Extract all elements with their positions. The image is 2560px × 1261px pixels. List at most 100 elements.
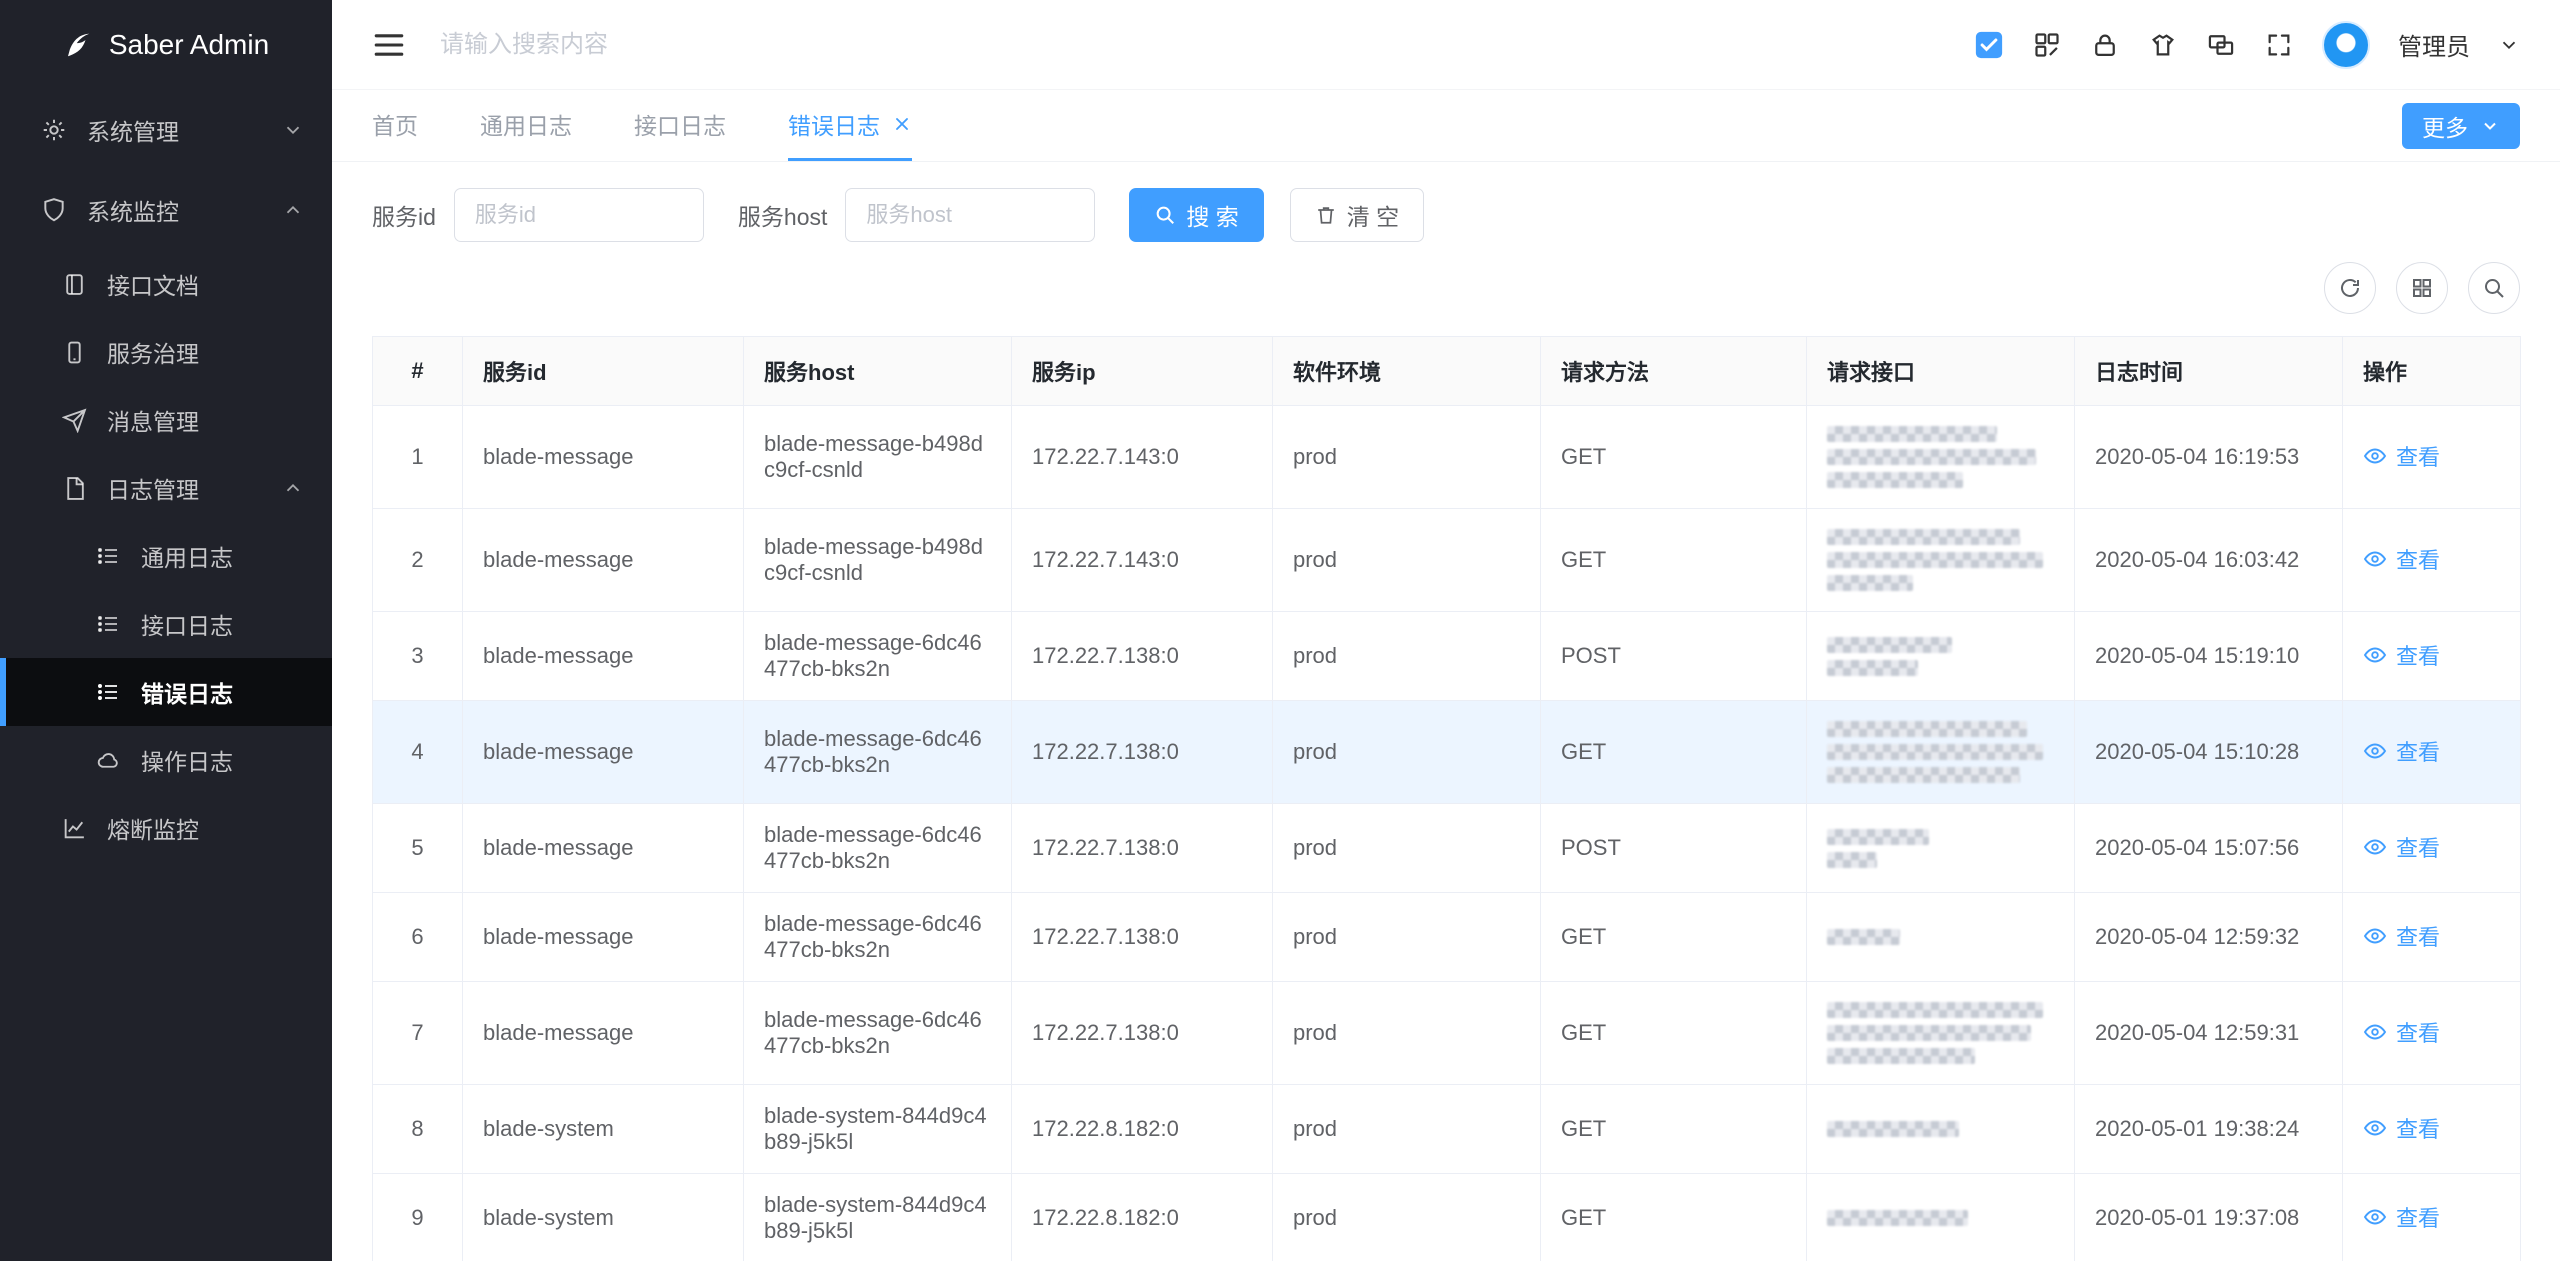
table-row[interactable]: 7 blade-message blade-message-6dc46477cb… [373,982,2521,1085]
topbar: 管理员 [332,0,2560,90]
cell-service-id: blade-message [463,406,744,509]
close-icon[interactable] [892,114,912,134]
clear-button[interactable]: 清 空 [1290,188,1424,242]
sidebar-item-label: 系统监控 [87,193,282,227]
table-row[interactable]: 3 blade-message blade-message-6dc46477cb… [373,612,2521,701]
redacted-api-content [1827,719,2054,785]
send-icon [59,405,89,435]
sidebar-item-system-manage[interactable]: 系统管理 [0,90,332,170]
cell-env: prod [1273,804,1541,893]
cell-api [1807,612,2075,701]
app-title: Saber Admin [109,29,269,61]
sidebar-item-label: 接口文档 [107,267,304,301]
sidebar-item-operation-log[interactable]: 操作日志 [0,726,332,794]
sidebar-item-system-monitor[interactable]: 系统监控 [0,170,332,250]
view-button[interactable]: 查看 [2363,543,2440,575]
tab-home[interactable]: 首页 [372,90,418,161]
cell-api [1807,701,2075,804]
multi-screen-icon[interactable] [2206,30,2236,60]
cell-env: prod [1273,701,1541,804]
view-button[interactable]: 查看 [2363,831,2440,863]
view-button[interactable]: 查看 [2363,1201,2440,1233]
cloud-icon [93,745,123,775]
sidebar-item-message-manage[interactable]: 消息管理 [0,386,332,454]
chevron-up-icon [282,477,304,499]
lock-icon[interactable] [2090,30,2120,60]
cell-service-id: blade-message [463,509,744,612]
global-search-input[interactable] [440,31,1000,59]
sidebar-item-label: 错误日志 [141,675,304,709]
search-button[interactable]: 搜 索 [1129,188,1263,242]
service-id-label: 服务id [372,198,436,232]
cell-time: 2020-05-04 15:19:10 [2075,612,2343,701]
view-button[interactable]: 查看 [2363,440,2440,472]
cell-operation: 查看 [2343,1085,2521,1174]
redacted-api-content [1827,635,2054,678]
service-id-input[interactable] [454,188,704,242]
tab-error-log[interactable]: 错误日志 [788,90,912,161]
hamburger-menu-icon[interactable] [372,28,406,62]
cell-env: prod [1273,612,1541,701]
table-row[interactable]: 9 blade-system blade-system-844d9c4b89-j… [373,1174,2521,1261]
cell-service-host: blade-message-6dc46477cb-bks2n [744,612,1012,701]
theme-shirt-icon[interactable] [2148,30,2178,60]
topbar-actions: 管理员 [1974,21,2520,69]
todo-check-icon[interactable] [1974,30,2004,60]
col-index: # [373,337,463,406]
cell-method: GET [1541,1174,1807,1261]
search-toggle-button[interactable] [2468,262,2520,314]
table-row[interactable]: 8 blade-system blade-system-844d9c4b89-j… [373,1085,2521,1174]
table-row[interactable]: 2 blade-message blade-message-b498dc9cf-… [373,509,2521,612]
sidebar-item-api-log[interactable]: 接口日志 [0,590,332,658]
view-button[interactable]: 查看 [2363,735,2440,767]
view-button[interactable]: 查看 [2363,1016,2440,1048]
sidebar-item-label: 接口日志 [141,607,304,641]
more-button-label: 更多 [2422,109,2468,143]
username-label[interactable]: 管理员 [2398,27,2470,62]
refresh-button[interactable] [2324,262,2376,314]
table-row[interactable]: 1 blade-message blade-message-b498dc9cf-… [373,406,2521,509]
chevron-down-icon[interactable] [2498,34,2520,56]
sidebar-item-error-log[interactable]: 错误日志 [0,658,332,726]
redacted-api-content [1827,827,2054,870]
fullscreen-icon[interactable] [2264,30,2294,60]
cell-time: 2020-05-04 16:19:53 [2075,406,2343,509]
cell-time: 2020-05-01 19:38:24 [2075,1085,2343,1174]
col-env: 软件环境 [1273,337,1541,406]
col-operation: 操作 [2343,337,2521,406]
tab-api-log[interactable]: 接口日志 [634,90,726,161]
user-avatar[interactable] [2322,21,2370,69]
cell-index: 6 [373,893,463,982]
cell-api [1807,1174,2075,1261]
sidebar-item-log-manage[interactable]: 日志管理 [0,454,332,522]
cell-operation: 查看 [2343,804,2521,893]
view-button[interactable]: 查看 [2363,1112,2440,1144]
table-row[interactable]: 5 blade-message blade-message-6dc46477cb… [373,804,2521,893]
cell-api [1807,893,2075,982]
tab-common-log[interactable]: 通用日志 [480,90,572,161]
cell-method: POST [1541,804,1807,893]
column-settings-button[interactable] [2396,262,2448,314]
sidebar-item-api-docs[interactable]: 接口文档 [0,250,332,318]
device-icon [59,337,89,367]
sidebar-item-label: 操作日志 [141,743,304,777]
search-form: 服务id 服务host 搜 索 清 空 [372,188,2520,242]
table-row-selected[interactable]: 4 blade-message blade-message-6dc46477cb… [373,701,2521,804]
cell-env: prod [1273,1174,1541,1261]
grid-edit-icon[interactable] [2032,30,2062,60]
tab-label: 通用日志 [480,107,572,141]
cell-api [1807,509,2075,612]
sidebar-item-common-log[interactable]: 通用日志 [0,522,332,590]
view-button[interactable]: 查看 [2363,639,2440,671]
tab-label: 接口日志 [634,107,726,141]
sidebar-item-service-governance[interactable]: 服务治理 [0,318,332,386]
cell-service-ip: 172.22.8.182:0 [1012,1085,1273,1174]
table-row[interactable]: 6 blade-message blade-message-6dc46477cb… [373,893,2521,982]
sidebar-item-circuit-monitor[interactable]: 熔断监控 [0,794,332,862]
view-button[interactable]: 查看 [2363,920,2440,952]
eye-icon [2363,739,2387,763]
more-button[interactable]: 更多 [2402,103,2520,149]
sidebar-item-label: 消息管理 [107,403,304,437]
redacted-api-content [1827,1119,2054,1139]
service-host-input[interactable] [845,188,1095,242]
